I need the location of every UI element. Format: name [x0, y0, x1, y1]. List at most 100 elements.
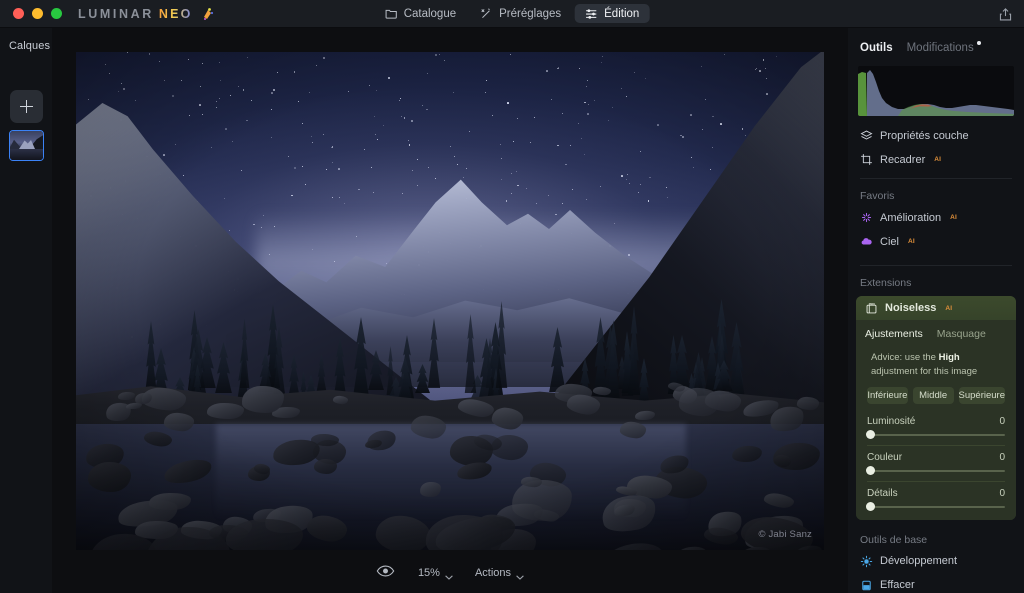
zoom-level-control[interactable]: 15% — [417, 567, 453, 580]
slider-couleur-value: 0 — [999, 451, 1005, 463]
preview-toggle-button[interactable] — [376, 564, 396, 583]
advice-suffix: adjustment for this image — [871, 365, 978, 377]
close-window-button[interactable] — [13, 8, 24, 19]
slider-separator — [867, 480, 1005, 482]
slider-luminosite-knob[interactable] — [866, 429, 875, 439]
zoom-level-value: 15% — [417, 567, 440, 579]
share-export-button[interactable] — [996, 6, 1014, 23]
title-bar: LUMINAR NEO Catalogue Préréglages Éditio… — [0, 0, 1024, 28]
slider-details-track[interactable] — [866, 501, 1005, 511]
slider-details-header: Détails 0 — [867, 488, 1005, 499]
brand-neo-text: NEO — [158, 6, 193, 21]
extension-noiseless-body: Ajustements Masquage Advice: use the Hig… — [856, 320, 1016, 520]
chevron-down-icon — [445, 571, 453, 580]
tool-ciel[interactable]: Ciel AI — [848, 230, 1024, 253]
slider-luminosite-value: 0 — [999, 415, 1005, 427]
layer-item-thumbnail[interactable] — [9, 130, 44, 161]
tab-modifications: Modifications — [906, 42, 974, 54]
layer-thumbnail-image — [10, 131, 43, 160]
sliders-icon — [585, 7, 598, 20]
extension-noiseless-header[interactable]: PRO Noiseless AI — [856, 296, 1016, 320]
tool-recadrer[interactable]: Recadrer AI — [848, 148, 1024, 171]
svg-text:PRO: PRO — [869, 302, 876, 306]
actions-menu-button[interactable]: Actions — [474, 567, 524, 580]
slider-couleur-header: Couleur 0 — [867, 452, 1005, 463]
slider-couleur: Couleur 0 — [865, 452, 1007, 482]
photo-canvas[interactable]: © Jabi Sanz — [76, 52, 824, 550]
nav-tab-catalogue-label: Catalogue — [403, 7, 457, 20]
crop-icon — [860, 153, 873, 166]
ext-tab-ajustements[interactable]: Ajustements — [865, 328, 923, 340]
cloud-sky-icon — [860, 235, 873, 248]
slider-details-label: Détails — [867, 487, 898, 499]
wand-sparkle-icon — [480, 7, 493, 20]
canvas-area: © Jabi Sanz — [52, 28, 848, 593]
luminar-neo-window: LUMINAR NEO Catalogue Préréglages Éditio… — [0, 0, 1024, 593]
minimize-window-button[interactable] — [32, 8, 43, 19]
eye-icon — [376, 564, 395, 583]
tab-outils[interactable]: Outils — [860, 42, 893, 54]
section-header-outils-de-base: Outils de base — [860, 533, 928, 546]
ai-badge: AI — [950, 214, 958, 221]
slider-luminosite-track[interactable] — [866, 429, 1005, 439]
tool-ciel-label: Ciel — [880, 235, 899, 248]
tool-proprietes-couche-label: Propriétés couche — [880, 129, 969, 142]
main-navigation: Catalogue Préréglages Édition — [375, 4, 650, 23]
sparkle-enhance-icon — [860, 211, 873, 224]
ai-badge: AI — [945, 304, 953, 312]
ai-badge: AI — [907, 238, 915, 245]
noiseless-pro-icon: PRO — [865, 301, 878, 315]
nav-tab-preregages[interactable]: Préréglages — [470, 4, 571, 23]
slider-details-knob[interactable] — [866, 501, 875, 511]
tab-modifications-wrap[interactable]: Modifications — [907, 38, 981, 56]
layers-stack-icon — [860, 129, 873, 142]
advice-text: Advice: use the High adjustment for this… — [865, 347, 1007, 387]
slider-details: Détails 0 — [865, 488, 1007, 511]
canvas-bottom-toolbar: 15% Actions — [52, 553, 848, 593]
level-button-middle[interactable]: Middle — [912, 386, 954, 404]
add-layer-button[interactable] — [10, 90, 43, 123]
window-controls[interactable] — [13, 8, 62, 19]
layers-panel-title: Calques — [9, 40, 51, 52]
tool-effacer[interactable]: Effacer — [848, 574, 1024, 593]
nav-tab-preregages-label: Préréglages — [499, 7, 562, 20]
histogram-graph — [858, 66, 1014, 116]
chevron-down-icon — [516, 571, 524, 580]
tool-amelioration-label: Amélioration — [880, 211, 942, 224]
develop-sun-icon — [860, 555, 873, 568]
tool-developpement-label: Développement — [880, 555, 958, 568]
folder-icon — [385, 7, 398, 20]
brand-luminar-text: LUMINAR — [78, 6, 154, 21]
tools-panel-tabs: Outils Modifications — [848, 28, 1024, 56]
panel-divider — [860, 178, 1012, 179]
slider-luminosite-header: Luminosité 0 — [867, 416, 1005, 427]
tool-amelioration[interactable]: Amélioration AI — [848, 206, 1024, 229]
tool-effacer-label: Effacer — [880, 579, 915, 592]
nav-tab-edition[interactable]: Édition — [575, 4, 650, 23]
sparkle-logo-icon — [200, 7, 214, 21]
slider-separator — [867, 444, 1005, 446]
extension-noiseless-title: Noiseless — [885, 302, 937, 314]
slider-couleur-knob[interactable] — [866, 465, 875, 475]
tool-developpement[interactable]: Développement — [848, 550, 1024, 573]
nav-tab-catalogue[interactable]: Catalogue — [375, 4, 466, 23]
vignette-overlay — [76, 52, 824, 550]
nav-tab-edition-label: Édition — [604, 7, 640, 20]
tool-proprietes-couche[interactable]: Propriétés couche — [848, 124, 1024, 147]
slider-details-value: 0 — [999, 487, 1005, 499]
slider-couleur-track[interactable] — [866, 465, 1005, 475]
maximize-window-button[interactable] — [51, 8, 62, 19]
actions-label: Actions — [474, 567, 512, 579]
level-button-inferieure[interactable]: Inférieure — [867, 386, 908, 404]
ext-tab-masquage[interactable]: Masquage — [937, 328, 986, 340]
ai-badge: AI — [934, 156, 942, 163]
advice-strong: High — [938, 352, 960, 363]
advice-prefix: Advice: use the — [871, 352, 939, 363]
slider-couleur-label: Couleur — [867, 451, 903, 463]
layers-sidebar: Calques — [0, 28, 52, 593]
level-button-superieure[interactable]: Supérieure — [958, 386, 1006, 404]
photo-watermark: © Jabi Sanz — [758, 529, 812, 540]
modifications-badge-dot — [976, 40, 981, 45]
section-header-extensions: Extensions — [860, 277, 912, 289]
slider-luminosite: Luminosité 0 — [865, 416, 1007, 446]
